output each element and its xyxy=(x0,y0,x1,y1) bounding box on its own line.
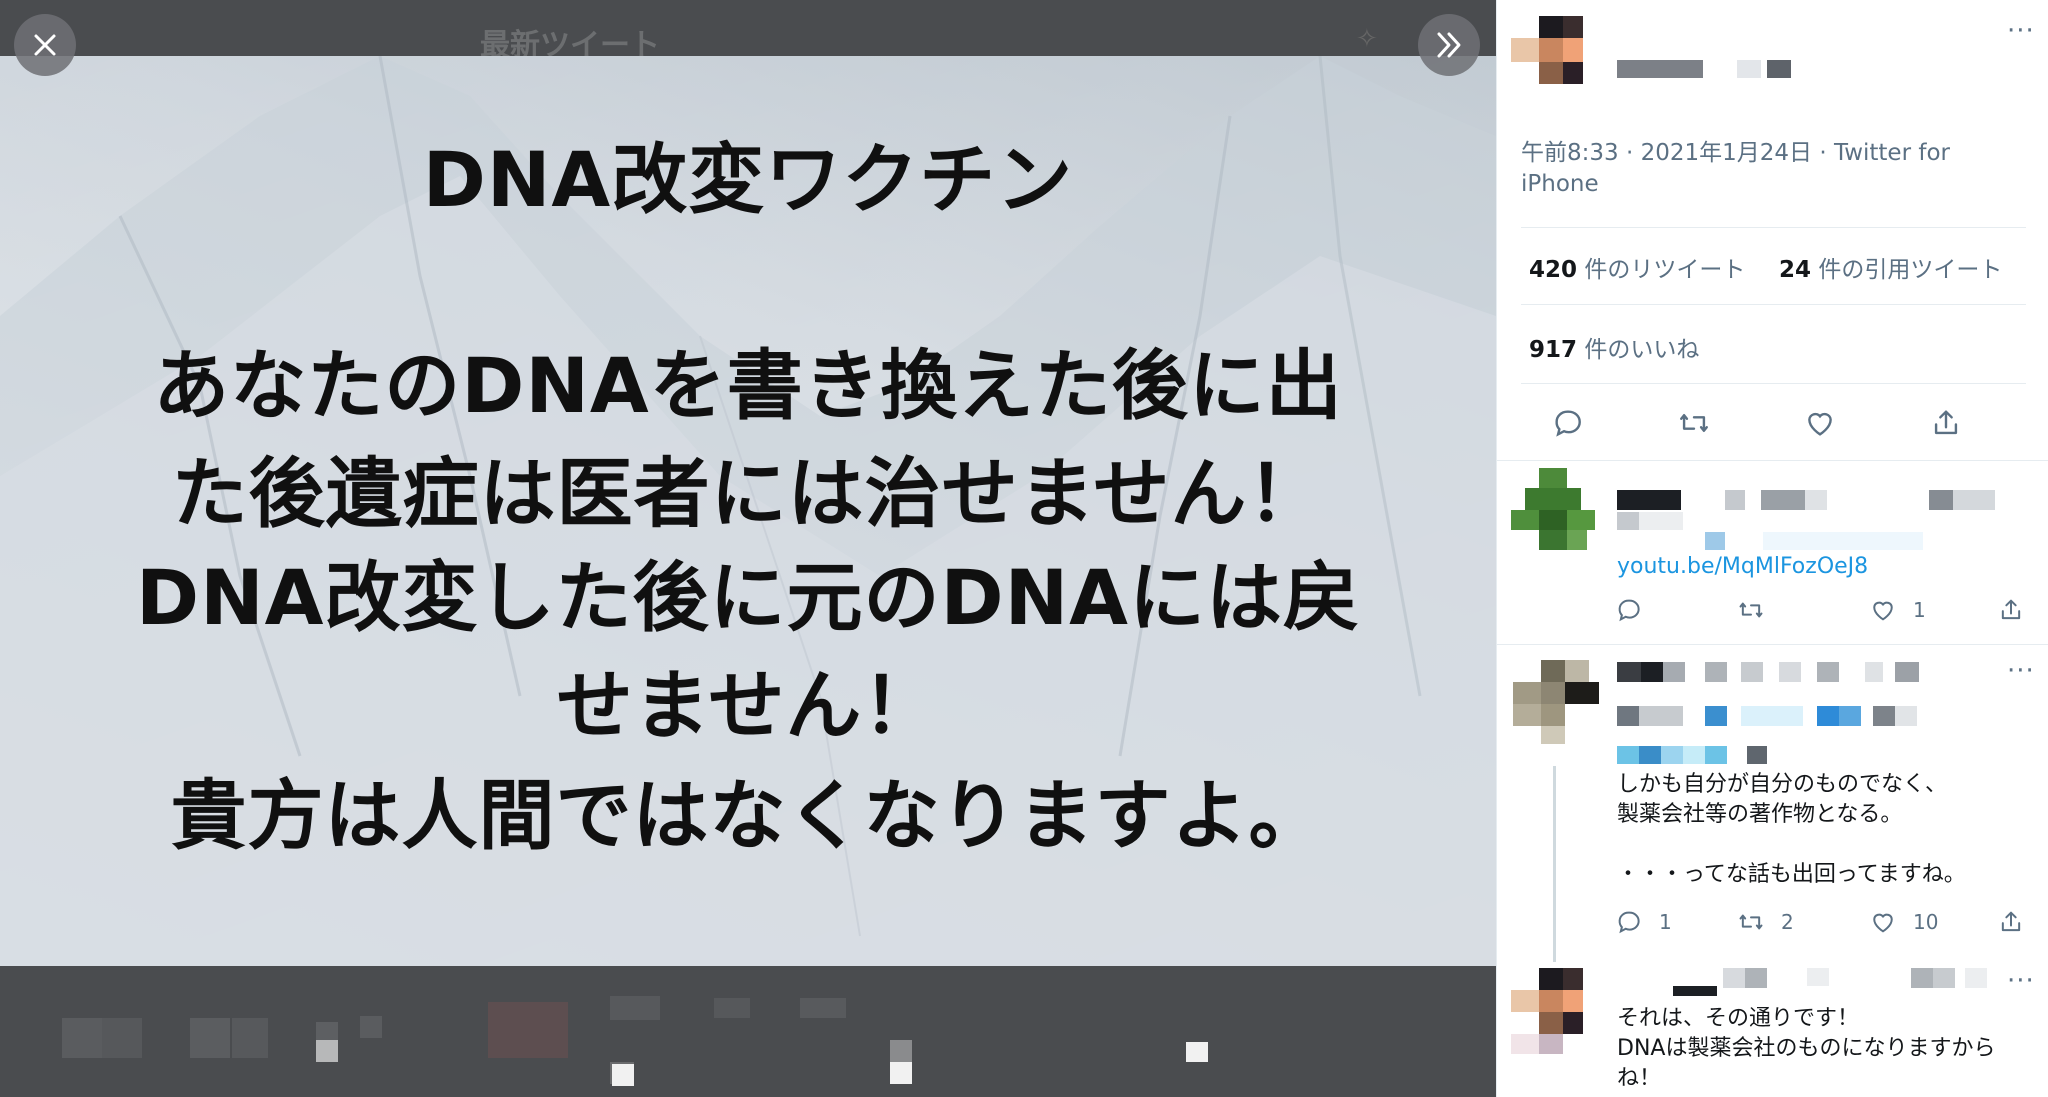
reply-button[interactable]: 1 xyxy=(1615,908,1672,936)
author-name-redacted xyxy=(1673,968,1933,996)
tweet-detail-panel: ··· 午前8:33 · 2021年1月24日 · Twitter for iP… xyxy=(1496,0,2048,1097)
divider xyxy=(1497,460,2048,461)
divider xyxy=(1521,304,2026,305)
author-handle-redacted xyxy=(1911,968,1991,988)
reply-button[interactable] xyxy=(1615,596,1643,624)
tweet-image: DNA改変ワクチン あなたのDNAを書き換えた後に出 た後遺症は医者には治せませ… xyxy=(0,56,1496,966)
viewer-top-bar: 最新ツイート ✧ xyxy=(0,0,1496,63)
reply-text-line: DNAは製薬会社のものになりますから xyxy=(1617,1036,1996,1061)
likes-label: 件のいいね xyxy=(1577,337,1700,363)
collapse-panel-button[interactable] xyxy=(1418,14,1480,76)
image-text-line: 貴方は人間ではなくなりますよ。 xyxy=(170,771,1326,860)
close-button[interactable] xyxy=(14,14,76,76)
retweet-count: 2 xyxy=(1781,910,1794,934)
more-options-icon[interactable]: ··· xyxy=(2007,16,2035,46)
retweets-count: 420 xyxy=(1529,257,1578,283)
retweet-button[interactable] xyxy=(1677,406,1711,440)
reply-icon xyxy=(1618,911,1640,934)
share-button[interactable] xyxy=(1997,596,2025,624)
viewer-bottom-bar xyxy=(0,966,1496,1097)
like-button[interactable] xyxy=(1803,406,1837,440)
tweet-timestamp[interactable]: 午前8:33 · 2021年1月24日 · Twitter for iPhone xyxy=(1521,138,2001,200)
heart-icon xyxy=(1808,412,1832,436)
close-icon xyxy=(34,34,56,56)
likes-stat[interactable]: 917 件のいいね xyxy=(1529,330,1699,364)
more-options-icon[interactable]: ··· xyxy=(2007,656,2035,686)
retweet-button[interactable] xyxy=(1737,596,1765,624)
author-name-redacted xyxy=(1617,26,1797,78)
share-icon xyxy=(2001,599,2021,620)
avatar[interactable] xyxy=(1511,968,1585,1054)
image-text-line: せません！ xyxy=(556,661,940,750)
avatar[interactable] xyxy=(1513,660,1599,746)
reply-text-line: しかも自分が自分のものでなく、 xyxy=(1617,772,1948,797)
more-options-icon[interactable]: ··· xyxy=(2007,966,2035,996)
retweet-icon xyxy=(1680,414,1708,432)
heart-icon xyxy=(1873,601,1893,621)
like-count: 1 xyxy=(1913,598,1926,622)
reply-text-line: それは、その通りです！ xyxy=(1617,1006,1860,1031)
share-button[interactable] xyxy=(1997,908,2025,936)
avatar[interactable] xyxy=(1511,16,1585,84)
reply-icon xyxy=(1618,599,1640,622)
like-count: 10 xyxy=(1913,910,1939,934)
retweet-icon xyxy=(1739,914,1763,930)
thread-line xyxy=(1553,766,1556,962)
quotes-count: 24 xyxy=(1779,257,1812,283)
avatar[interactable] xyxy=(1511,468,1595,552)
retweets-stat[interactable]: 420 件のリツイート xyxy=(1529,250,1745,284)
like-button[interactable]: 10 xyxy=(1869,908,1938,936)
retweet-button[interactable]: 2 xyxy=(1737,908,1794,936)
double-chevron-right-icon xyxy=(1437,32,1461,58)
reply-text-line: ・・・ってな話も出回ってますね。 xyxy=(1617,862,1966,887)
reply-button[interactable] xyxy=(1551,406,1585,440)
reply-count: 1 xyxy=(1659,910,1672,934)
retweets-label: 件のリツイート xyxy=(1577,257,1746,283)
likes-count: 917 xyxy=(1529,337,1578,363)
quotes-label: 件の引用ツイート xyxy=(1811,257,2003,283)
reply-text-line: ね！ xyxy=(1617,1066,1662,1091)
sparkle-icon: ✧ xyxy=(1356,24,1378,54)
reply-icon xyxy=(1555,410,1581,437)
image-text-line: DNA改変した後に元のDNAには戻 xyxy=(135,553,1361,642)
image-text-line: あなたのDNAを書き換えた後に出 xyxy=(153,341,1343,430)
heart-icon xyxy=(1873,913,1893,933)
author-name-redacted xyxy=(1617,486,2037,552)
share-icon xyxy=(2001,911,2021,932)
share-button[interactable] xyxy=(1929,406,1963,440)
reply-text-line: 製薬会社等の著作物となる。 xyxy=(1617,802,1903,827)
youtube-link[interactable]: youtu.be/MqMlFozOeJ8 xyxy=(1617,554,1868,579)
divider xyxy=(1497,644,2048,645)
image-text-line: た後遺症は医者には治せません！ xyxy=(171,449,1325,538)
divider xyxy=(1521,227,2026,228)
author-name-redacted xyxy=(1617,660,2037,768)
like-button[interactable]: 1 xyxy=(1869,596,1926,624)
quotes-stat[interactable]: 24 件の引用ツイート xyxy=(1779,250,2002,284)
media-viewer: 最新ツイート ✧ DNA改変ワクチン あなたのDNAを書き換えた後に出 た後遺症… xyxy=(0,0,1496,1097)
share-icon xyxy=(1934,410,1958,435)
divider xyxy=(1521,383,2026,384)
retweet-icon xyxy=(1739,602,1763,618)
image-title: DNA改変ワクチン xyxy=(422,135,1074,224)
